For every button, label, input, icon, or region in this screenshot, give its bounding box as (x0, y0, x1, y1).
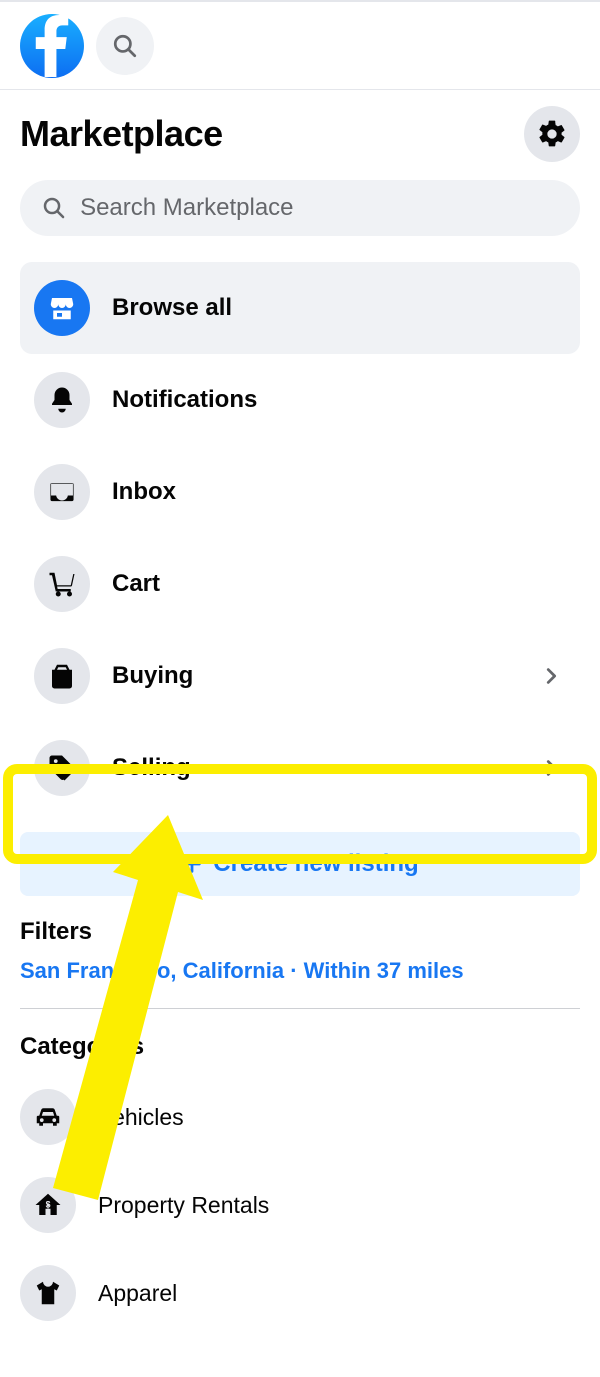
plus-icon (181, 853, 203, 875)
category-label: Vehicles (98, 1104, 184, 1131)
search-icon (112, 33, 138, 59)
nav-label: Notifications (112, 386, 257, 414)
nav-label: Inbox (112, 478, 176, 506)
car-icon (20, 1089, 76, 1145)
search-icon (42, 195, 66, 221)
marketplace-search[interactable] (20, 180, 580, 236)
create-listing-label: Create new listing (213, 850, 418, 878)
nav-notifications[interactable]: Notifications (20, 354, 580, 446)
nav-cart[interactable]: Cart (20, 538, 580, 630)
location-filter[interactable]: San Francisco, California · Within 37 mi… (20, 958, 580, 984)
gear-icon (536, 118, 568, 150)
tag-icon (34, 740, 90, 796)
nav-label: Selling (112, 754, 191, 782)
global-search-button[interactable] (96, 17, 154, 75)
facebook-logo[interactable] (20, 14, 84, 78)
house-icon: $ (20, 1177, 76, 1233)
nav-browse-all[interactable]: Browse all (20, 262, 580, 354)
nav-buying[interactable]: Buying (20, 630, 580, 722)
filter-location: San Francisco, California (20, 958, 284, 983)
bell-icon (34, 372, 90, 428)
nav-label: Browse all (112, 294, 232, 322)
chevron-right-icon (540, 757, 562, 779)
inbox-icon (34, 464, 90, 520)
category-apparel[interactable]: Apparel (20, 1249, 580, 1337)
nav-inbox[interactable]: Inbox (20, 446, 580, 538)
divider (20, 1008, 580, 1009)
store-icon (34, 280, 90, 336)
filters-heading: Filters (20, 918, 580, 946)
filter-separator: · (284, 958, 304, 983)
category-vehicles[interactable]: Vehicles (20, 1073, 580, 1161)
create-new-listing-button[interactable]: Create new listing (20, 832, 580, 896)
filter-radius: Within 37 miles (304, 958, 464, 983)
nav-label: Cart (112, 570, 160, 598)
categories-heading: Categories (20, 1033, 580, 1061)
category-label: Apparel (98, 1280, 177, 1307)
svg-text:$: $ (46, 1200, 51, 1210)
cart-icon (34, 556, 90, 612)
page-title: Marketplace (20, 113, 223, 155)
category-property-rentals[interactable]: $ Property Rentals (20, 1161, 580, 1249)
settings-button[interactable] (524, 106, 580, 162)
shirt-icon (20, 1265, 76, 1321)
search-input[interactable] (80, 194, 558, 222)
facebook-f-icon (32, 15, 72, 77)
nav-label: Buying (112, 662, 193, 690)
bag-icon (34, 648, 90, 704)
chevron-right-icon (540, 665, 562, 687)
nav-selling[interactable]: Selling (20, 722, 580, 814)
category-label: Property Rentals (98, 1192, 269, 1219)
